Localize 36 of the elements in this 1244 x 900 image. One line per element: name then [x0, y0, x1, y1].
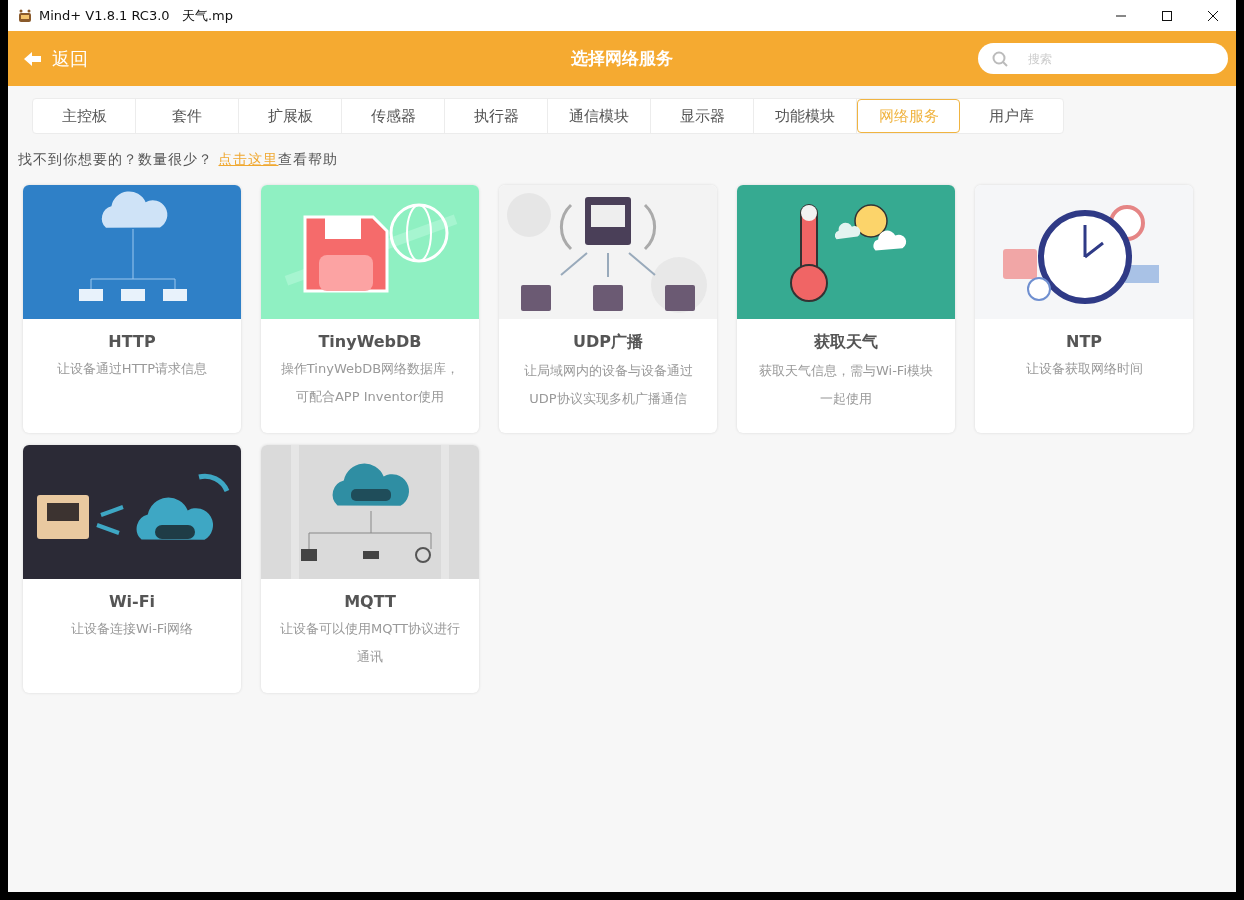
- card-description: 让设备获取网络时间: [1025, 360, 1143, 378]
- category-tab[interactable]: 用户库: [960, 99, 1063, 133]
- app-icon: [17, 7, 33, 24]
- category-tab[interactable]: 功能模块: [754, 99, 857, 133]
- card-title: TinyWebDB: [318, 332, 422, 351]
- card-description: 操作TinyWebDB网络数据库， 可配合APP Inventor使用: [280, 360, 460, 406]
- service-card[interactable]: MQTT 让设备可以使用MQTT协议进行 通讯: [261, 445, 479, 693]
- service-card[interactable]: TinyWebDB 操作TinyWebDB网络数据库， 可配合APP Inventor使用: [261, 185, 479, 433]
- category-tab[interactable]: 传感器: [342, 99, 445, 133]
- search-icon: [992, 51, 1008, 67]
- category-tab[interactable]: 扩展板: [239, 99, 342, 133]
- page-title: 选择网络服务: [571, 47, 673, 70]
- service-card[interactable]: NTP 让设备获取网络时间: [975, 185, 1193, 433]
- service-card[interactable]: HTTP 让设备通过HTTP请求信息: [23, 185, 241, 433]
- category-tab[interactable]: 显示器: [651, 99, 754, 133]
- card-description: 让设备可以使用MQTT协议进行 通讯: [279, 620, 461, 666]
- close-icon: [1207, 9, 1219, 22]
- card-description: 让设备通过HTTP请求信息: [56, 360, 208, 378]
- card-title: NTP: [1066, 332, 1102, 351]
- card-title: HTTP: [108, 332, 156, 351]
- card-description: 让局域网内的设备与设备通过 UDP协议实现多机广播通信: [523, 362, 693, 408]
- card-description: 让设备连接Wi-Fi网络: [71, 620, 193, 638]
- maximize-icon: [1161, 9, 1173, 22]
- card-title: MQTT: [344, 592, 396, 611]
- arrow-icon: [24, 51, 42, 66]
- card-title: Wi-Fi: [108, 592, 156, 611]
- card-title: UDP广播: [573, 332, 643, 353]
- card-title: 获取天气: [814, 332, 878, 353]
- window-title: Mind+ V1.8.1 RC3.0 天气.mp: [39, 6, 234, 25]
- service-card[interactable]: UDP广播 让局域网内的设备与设备通过 UDP协议实现多机广播通信: [499, 185, 717, 433]
- service-card[interactable]: Wi-Fi 让设备连接Wi-Fi网络: [23, 445, 241, 693]
- category-tab[interactable]: 主控板: [33, 99, 136, 133]
- category-tab[interactable]: 通信模块: [548, 99, 651, 133]
- category-tab[interactable]: 执行器: [445, 99, 548, 133]
- category-tab[interactable]: 套件: [136, 99, 239, 133]
- help-text: 找不到你想要的？数量很少？ 点击这里查看帮助: [18, 151, 340, 169]
